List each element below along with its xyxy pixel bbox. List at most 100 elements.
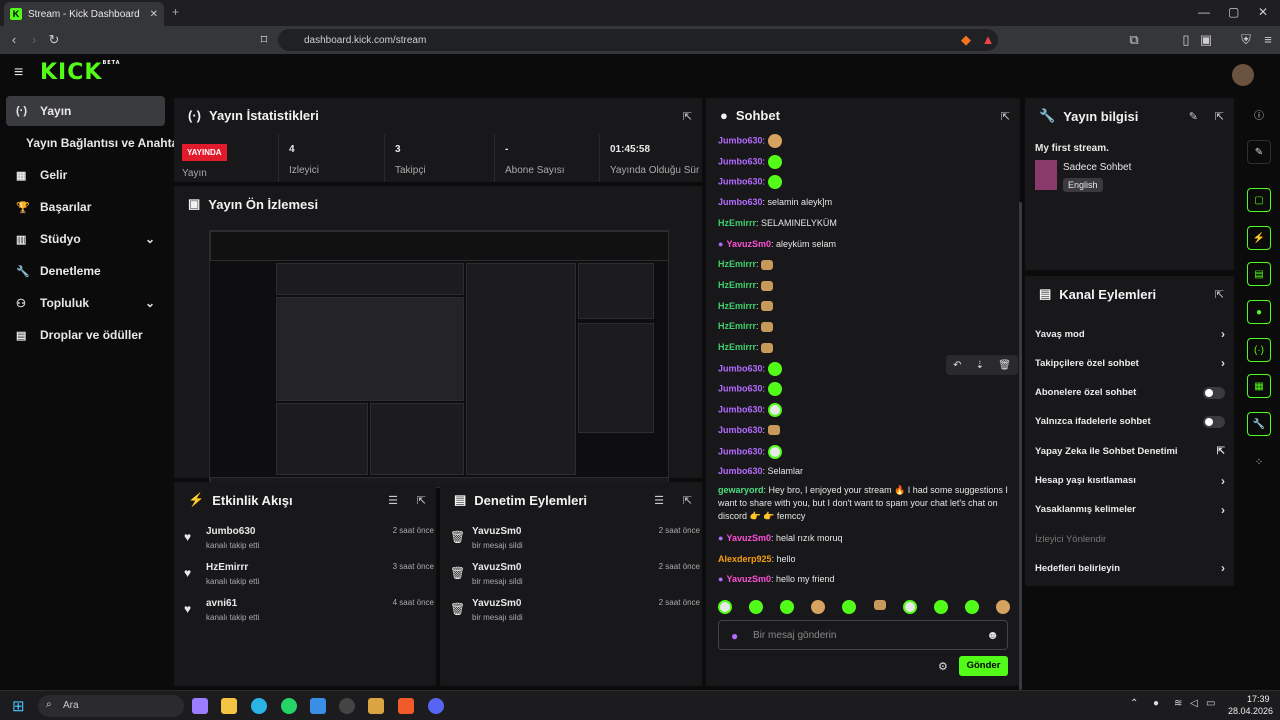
chat-message[interactable]: Jumbo630: selamin aleyk]m: [718, 196, 1010, 209]
bookmark-icon[interactable]: ⌑: [256, 32, 272, 48]
chat-username[interactable]: HzEmirrr: [718, 218, 756, 228]
sidebar-item[interactable]: ⚇ Topluluk ⌄: [6, 288, 165, 318]
copilot-icon[interactable]: [192, 698, 208, 714]
filter-icon[interactable]: ☰: [654, 494, 664, 507]
chat-username[interactable]: Jumbo630: [718, 384, 763, 394]
chat-username[interactable]: Jumbo630: [718, 446, 763, 456]
info-icon[interactable]: ⓘ: [1247, 102, 1271, 126]
channel-action-item[interactable]: Hesap yaşı kısıtlaması ›: [1035, 471, 1225, 491]
forward-icon[interactable]: ›: [26, 32, 42, 48]
chat-message[interactable]: Jumbo630:: [718, 175, 1010, 190]
sidebar-item[interactable]: ▦ Gelir: [6, 160, 165, 190]
sidebar-item[interactable]: ▤ Droplar ve ödüller: [6, 320, 165, 350]
chat-message[interactable]: ● YavuzSm0: helal rızık moruq: [718, 532, 1010, 545]
maximize-icon[interactable]: ▢: [1228, 5, 1239, 19]
chat-username[interactable]: HzEmirrr: [718, 301, 756, 311]
filter-icon[interactable]: ☰: [388, 494, 398, 507]
user-name[interactable]: YavuzSm0: [472, 562, 521, 573]
channel-action-item[interactable]: Yalnızca ifadelerle sohbet: [1035, 412, 1225, 432]
game-icon[interactable]: [368, 698, 384, 714]
sidebar-item[interactable]: (·) Yayın: [6, 96, 165, 126]
emote-icon[interactable]: [964, 600, 979, 614]
edge-icon[interactable]: [251, 698, 267, 714]
popout-icon[interactable]: ⇱: [1215, 110, 1224, 123]
volume-icon[interactable]: ◁: [1190, 698, 1198, 709]
popout-icon[interactable]: ⇱: [1001, 110, 1010, 123]
whatsapp-icon[interactable]: [281, 698, 297, 714]
popout-icon[interactable]: ⇱: [1215, 288, 1224, 301]
battery-icon[interactable]: ▭: [1206, 698, 1215, 709]
emote-icon[interactable]: [995, 600, 1010, 614]
store-icon[interactable]: [310, 698, 326, 714]
broadcast-icon[interactable]: (·): [1247, 338, 1271, 362]
stream-preview-video[interactable]: [209, 230, 669, 488]
doc-icon[interactable]: ▤: [1247, 262, 1271, 286]
emote-icon[interactable]: [933, 600, 948, 614]
brave-shield-icon[interactable]: ◆: [958, 32, 974, 48]
wrench-icon[interactable]: 🔧: [1247, 412, 1271, 436]
vpn-icon[interactable]: ⛨: [1238, 32, 1254, 48]
chat-message[interactable]: Alexderp925: hello: [718, 553, 1010, 566]
url-field[interactable]: dashboard.kick.com/stream: [278, 29, 998, 51]
brave-icon[interactable]: [398, 698, 414, 714]
reload-icon[interactable]: ↻: [46, 32, 62, 48]
mic-icon[interactable]: ●: [731, 629, 738, 643]
chat-scrollbar[interactable]: [1019, 202, 1022, 690]
emote-icon[interactable]: [749, 600, 764, 614]
chat-message[interactable]: Jumbo630:: [718, 134, 1010, 148]
chat-username[interactable]: Jumbo630: [718, 177, 763, 187]
folder-icon[interactable]: [221, 698, 237, 714]
channel-action-item[interactable]: Yapay Zeka ile Sohbet Denetimi ⇱: [1035, 441, 1225, 461]
minimize-icon[interactable]: —: [1198, 5, 1210, 19]
chat-message[interactable]: Jumbo630: Selamlar: [718, 465, 1010, 478]
emoji-icon[interactable]: ☻: [986, 628, 999, 642]
chat-username[interactable]: HzEmirrr: [718, 342, 756, 352]
chat-message[interactable]: Jumbo630:: [718, 424, 1010, 437]
chat-username[interactable]: YavuzSm0: [726, 239, 771, 249]
popout-icon[interactable]: ⇱: [683, 110, 692, 123]
chat-message[interactable]: HzEmirrr:: [718, 320, 1010, 333]
list-icon[interactable]: ▦: [1247, 374, 1271, 398]
kick-logo[interactable]: KICKBETA: [40, 60, 121, 85]
chat-message[interactable]: gewaryord: Hey bro, I enjoyed your strea…: [718, 484, 1010, 523]
sidebar-item[interactable]: 🔧 Denetleme: [6, 256, 165, 286]
bolt-icon[interactable]: ⚡: [1247, 226, 1271, 250]
toggle-switch[interactable]: [1203, 386, 1225, 399]
send-button[interactable]: Gönder: [959, 656, 1008, 676]
channel-action-item[interactable]: Yasaklanmış kelimeler ›: [1035, 500, 1225, 520]
sidebar-item[interactable]: ▥ Stüdyo ⌄: [6, 224, 165, 254]
channel-action-item[interactable]: Yavaş mod ›: [1035, 324, 1225, 344]
user-name[interactable]: YavuzSm0: [472, 598, 521, 609]
emote-icon[interactable]: [780, 600, 795, 614]
chat-username[interactable]: Alexderp925: [718, 554, 772, 564]
emote-icon[interactable]: [902, 600, 917, 614]
chat-message[interactable]: ● YavuzSm0: hello my friend: [718, 573, 1010, 586]
new-tab-icon[interactable]: +: [172, 5, 179, 19]
chat-message[interactable]: HzEmirrr:: [718, 341, 1010, 354]
chat-message[interactable]: Jumbo630:: [718, 403, 1010, 418]
chat-message[interactable]: Jumbo630:: [718, 154, 1010, 169]
user-name[interactable]: YavuzSm0: [472, 526, 521, 537]
channel-action-item[interactable]: Abonelere özel sohbet: [1035, 383, 1225, 403]
popout-icon[interactable]: ⇱: [417, 494, 426, 507]
close-tab-icon[interactable]: ✕: [150, 9, 158, 20]
emote-icon[interactable]: [811, 600, 826, 614]
avatar[interactable]: [1232, 64, 1254, 86]
popout-icon[interactable]: ⇱: [683, 494, 692, 507]
clock-time[interactable]: 17:39: [1247, 694, 1270, 704]
chat-username[interactable]: Jumbo630: [718, 466, 763, 476]
chat-message[interactable]: HzEmirrr:: [718, 279, 1010, 292]
hamburger-icon[interactable]: ≡: [14, 64, 23, 82]
back-icon[interactable]: ‹: [6, 32, 22, 48]
emote-icon[interactable]: [718, 600, 732, 614]
taskbar-search[interactable]: ⌕ Ara: [38, 695, 184, 717]
emote-icon[interactable]: [842, 600, 857, 614]
rewards-icon[interactable]: ▲: [980, 32, 996, 48]
user-name[interactable]: HzEmirrr: [206, 562, 248, 573]
tray-chevron-icon[interactable]: ⌃: [1130, 698, 1138, 709]
channel-action-item[interactable]: Takipçilere özel sohbet ›: [1035, 353, 1225, 373]
chat-username[interactable]: YavuzSm0: [726, 533, 771, 543]
chat-message[interactable]: HzEmirrr: SELAMINELYKÜM: [718, 217, 1010, 230]
wallet-icon[interactable]: ▣: [1198, 32, 1214, 48]
chat-message[interactable]: HzEmirrr:: [718, 300, 1010, 313]
